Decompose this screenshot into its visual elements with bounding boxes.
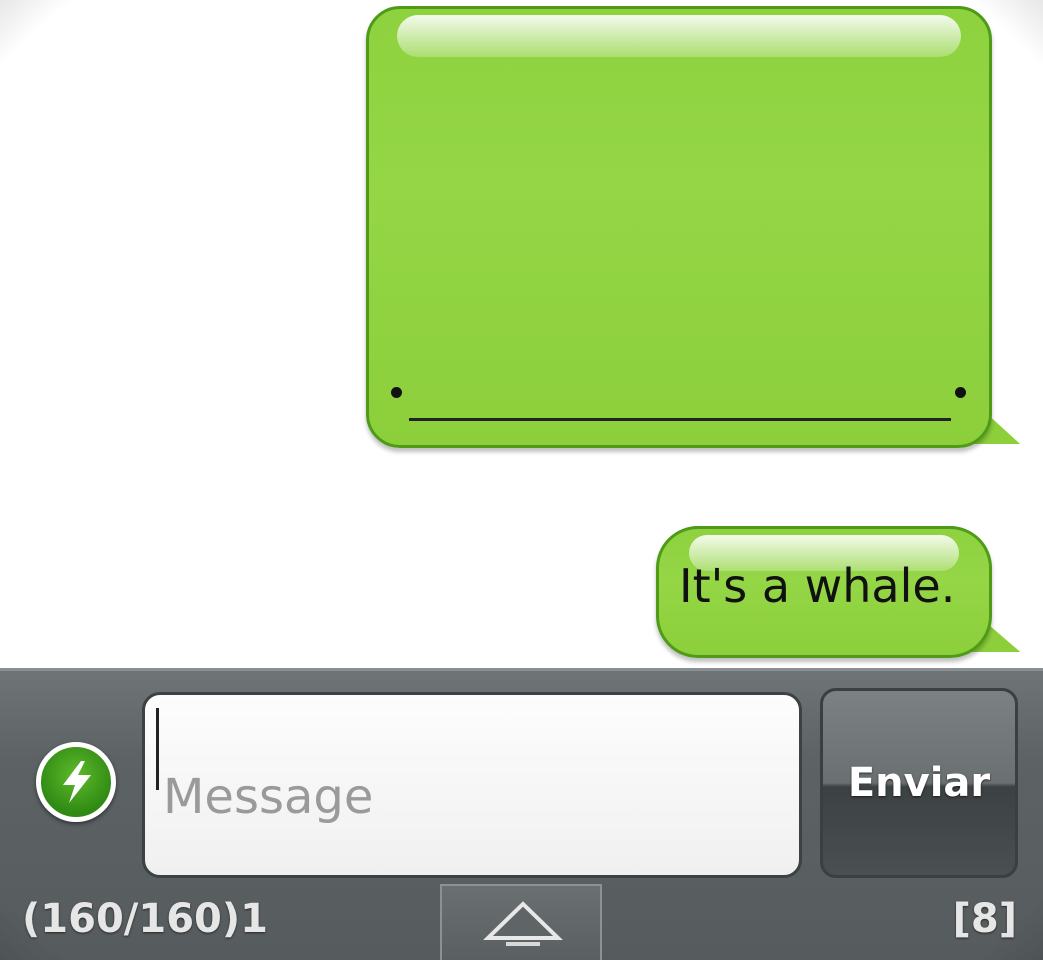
message-count: [8] [952, 896, 1017, 942]
lightning-bolt-icon [63, 761, 91, 803]
conversation-area[interactable]: It's a whale. [0, 0, 1043, 668]
drawing-line [409, 418, 951, 421]
triangle-up-icon [483, 901, 563, 946]
attach-button[interactable] [36, 742, 116, 822]
sms-screen: It's a whale. Enviar (160/160)1 [8] [0, 0, 1043, 960]
bubble-gloss [397, 15, 961, 57]
drawing-dot-left [391, 387, 402, 398]
send-button[interactable]: Enviar [820, 688, 1018, 878]
text-caret [156, 708, 159, 790]
character-counter: (160/160)1 [22, 896, 268, 942]
drawing-message-bubble[interactable] [366, 6, 992, 448]
drawing-dot-right [955, 387, 966, 398]
text-message-bubble[interactable]: It's a whale. [656, 526, 992, 658]
message-input[interactable] [142, 692, 802, 878]
expand-button[interactable] [440, 884, 602, 960]
message-text: It's a whale. [679, 559, 956, 613]
